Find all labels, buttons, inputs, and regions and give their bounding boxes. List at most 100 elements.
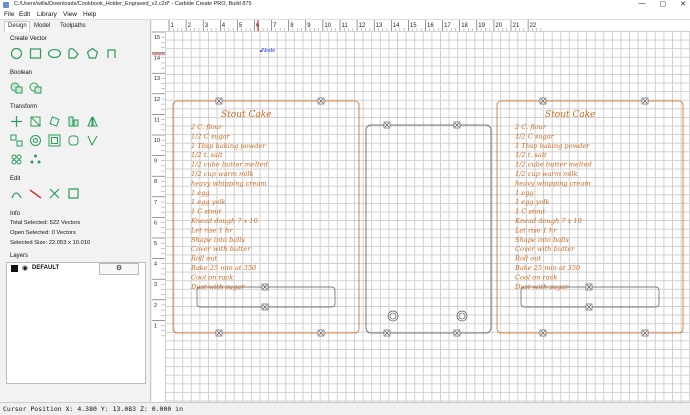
- layer-color-swatch[interactable]: [11, 265, 18, 272]
- right-panel-recipe-line: Cool on rack: [515, 273, 557, 281]
- eye-icon[interactable]: ◉: [22, 264, 28, 272]
- middle-stand-outline: [365, 124, 492, 334]
- selection-handle: [215, 97, 223, 105]
- app-icon: [3, 2, 9, 8]
- ruler-top-label: 16: [427, 23, 434, 29]
- right-panel-recipe-line: 1 egg: [515, 189, 534, 197]
- ruler-left-label: 1: [154, 323, 157, 329]
- menu-file[interactable]: File: [4, 11, 14, 18]
- ruler-left-label: 2: [154, 303, 157, 309]
- ruler-top-label: 3: [205, 23, 209, 29]
- sidebar: Design Model Toolpaths Create Vector Boo…: [0, 20, 151, 402]
- selection-handle: [317, 97, 325, 105]
- ruler-top-label: 9: [307, 23, 311, 29]
- offset-tool-icon[interactable]: [48, 134, 61, 147]
- scale-tool-icon[interactable]: [29, 115, 42, 128]
- ruler-top-label: 13: [376, 23, 383, 29]
- left-panel-recipe-line: 2 C. flour: [190, 123, 223, 131]
- close-button[interactable]: ✕: [680, 0, 686, 8]
- ruler-top-label: 18: [461, 23, 468, 29]
- stand-hole-left: [387, 310, 399, 322]
- boolean-subtract-icon[interactable]: [29, 81, 42, 94]
- rotate-tool-icon[interactable]: [48, 115, 61, 128]
- fillet-tool-icon[interactable]: [67, 134, 80, 147]
- trim-tool-icon[interactable]: [48, 187, 61, 200]
- right-panel-recipe-line: Roll out: [514, 255, 541, 263]
- layer-name: DEFAULT: [32, 265, 60, 271]
- mirror-tool-icon[interactable]: [86, 115, 99, 128]
- menu-library[interactable]: Library: [37, 11, 57, 18]
- curve-tool-icon[interactable]: [67, 47, 80, 60]
- stand-hole-left-inner: [389, 312, 397, 320]
- layer-settings-button[interactable]: ⚙: [99, 263, 139, 275]
- circular-array-icon[interactable]: [29, 134, 42, 147]
- section-layers: Layers: [10, 253, 29, 259]
- selection-handle: [641, 97, 649, 105]
- ellipse-tool-icon[interactable]: [47, 47, 62, 60]
- ruler-left-label: 7: [154, 200, 157, 206]
- ruler-top-label: 22: [530, 23, 537, 29]
- ruler-left-label: 12: [154, 97, 160, 103]
- ruler-left-ticks: 15 14 13 12 11 10 9 8 7 6 5 4 3 2 1: [152, 31, 165, 337]
- left-panel-recipe-line: Roll out: [190, 255, 217, 263]
- grid-array-icon[interactable]: [10, 153, 23, 166]
- canvas-drawing[interactable]: Stout Cake2 C. flour1/2 C sugar1 Tbsp ba…: [165, 31, 690, 402]
- right-panel-recipe-line: Bake 25 min at 350: [514, 264, 580, 272]
- tab-design[interactable]: Design: [8, 23, 27, 29]
- section-edit: Edit: [10, 176, 21, 182]
- ruler-top-label: 5: [239, 23, 243, 29]
- polygon-tool-icon[interactable]: [86, 47, 99, 60]
- dots-pattern-icon[interactable]: [29, 153, 42, 166]
- section-create-vector: Create Vector: [10, 36, 47, 42]
- right-panel-recipe-line: 1 C stout: [515, 208, 546, 216]
- array-tool-icon[interactable]: [10, 134, 23, 147]
- right-panel-recipe-title: Stout Cake: [545, 110, 596, 120]
- align-tool-icon[interactable]: [67, 115, 80, 128]
- ruler-top-label: 14: [393, 23, 400, 29]
- node-edit-icon[interactable]: [10, 187, 23, 200]
- join-tool-icon[interactable]: [86, 134, 99, 147]
- menu-edit[interactable]: Edit: [19, 11, 30, 18]
- tab-toolpaths[interactable]: Toolpaths: [60, 23, 86, 29]
- ruler-left-label: 3: [154, 282, 157, 288]
- layer-row[interactable]: ◉ DEFAULT ⚙: [7, 263, 145, 275]
- design-canvas[interactable]: Stout Cake 2 C. flour 1/2 C sugar 1 Tbsp ba…: [165, 31, 690, 402]
- circle-tool-icon[interactable]: [10, 47, 23, 60]
- menu-view[interactable]: View: [63, 11, 77, 18]
- selection-handle: [539, 97, 547, 105]
- ruler-left: 15 14 13 12 11 10 9 8 7 6 5 4 3 2 1: [152, 31, 166, 402]
- ruler-top-label: 20: [495, 23, 502, 29]
- selection-handle: [261, 303, 269, 311]
- menu-help[interactable]: Help: [83, 11, 96, 18]
- right-panel-recipe-line: Shape into balls: [515, 236, 569, 244]
- boolean-union-icon[interactable]: [10, 81, 23, 94]
- selection-handle: [453, 329, 461, 337]
- ruler-top-label: 11: [342, 23, 349, 29]
- maximize-button[interactable]: ▢: [660, 0, 667, 8]
- ruler-top-label: 21: [513, 23, 520, 29]
- selection-handle: [383, 121, 391, 129]
- tab-model[interactable]: Model: [34, 23, 50, 29]
- selection-handle: [261, 283, 269, 291]
- ruler-left-label: 11: [154, 117, 160, 123]
- close-vector-icon[interactable]: [67, 187, 80, 200]
- ruler-left-label: 4: [154, 262, 157, 268]
- ruler-top-label: 1: [171, 23, 175, 29]
- knife-tool-icon[interactable]: [29, 187, 42, 200]
- ruler-top-label: 7: [273, 23, 277, 29]
- minimize-button[interactable]: —: [639, 0, 646, 8]
- right-panel-recipe-line: 1/2 C sugar: [515, 132, 555, 140]
- rectangle-tool-icon[interactable]: [29, 47, 42, 60]
- text-tool-icon[interactable]: [105, 47, 118, 60]
- left-panel-recipe-line: Dust with sugar: [190, 283, 245, 291]
- gear-icon: ⚙: [115, 265, 123, 272]
- right-panel-recipe-line: 1/2 cup warm milk: [515, 170, 578, 178]
- move-tool-icon[interactable]: [10, 115, 23, 128]
- info-selected-size: Selected Size: 22.053 x 10.010: [10, 240, 91, 246]
- left-panel-recipe-line: 1/2 cube butter melted: [191, 161, 268, 169]
- ruler-left-label: 5: [154, 241, 157, 247]
- info-open-selected: Open Selected: 0 Vectors: [10, 230, 76, 236]
- left-panel-recipe-title: Stout Cake: [221, 110, 272, 120]
- left-panel-recipe-line: Shape into balls: [191, 236, 245, 244]
- status-bar: Cursor Position X: 4.380 Y: 13.083 Z: 0.…: [0, 402, 690, 415]
